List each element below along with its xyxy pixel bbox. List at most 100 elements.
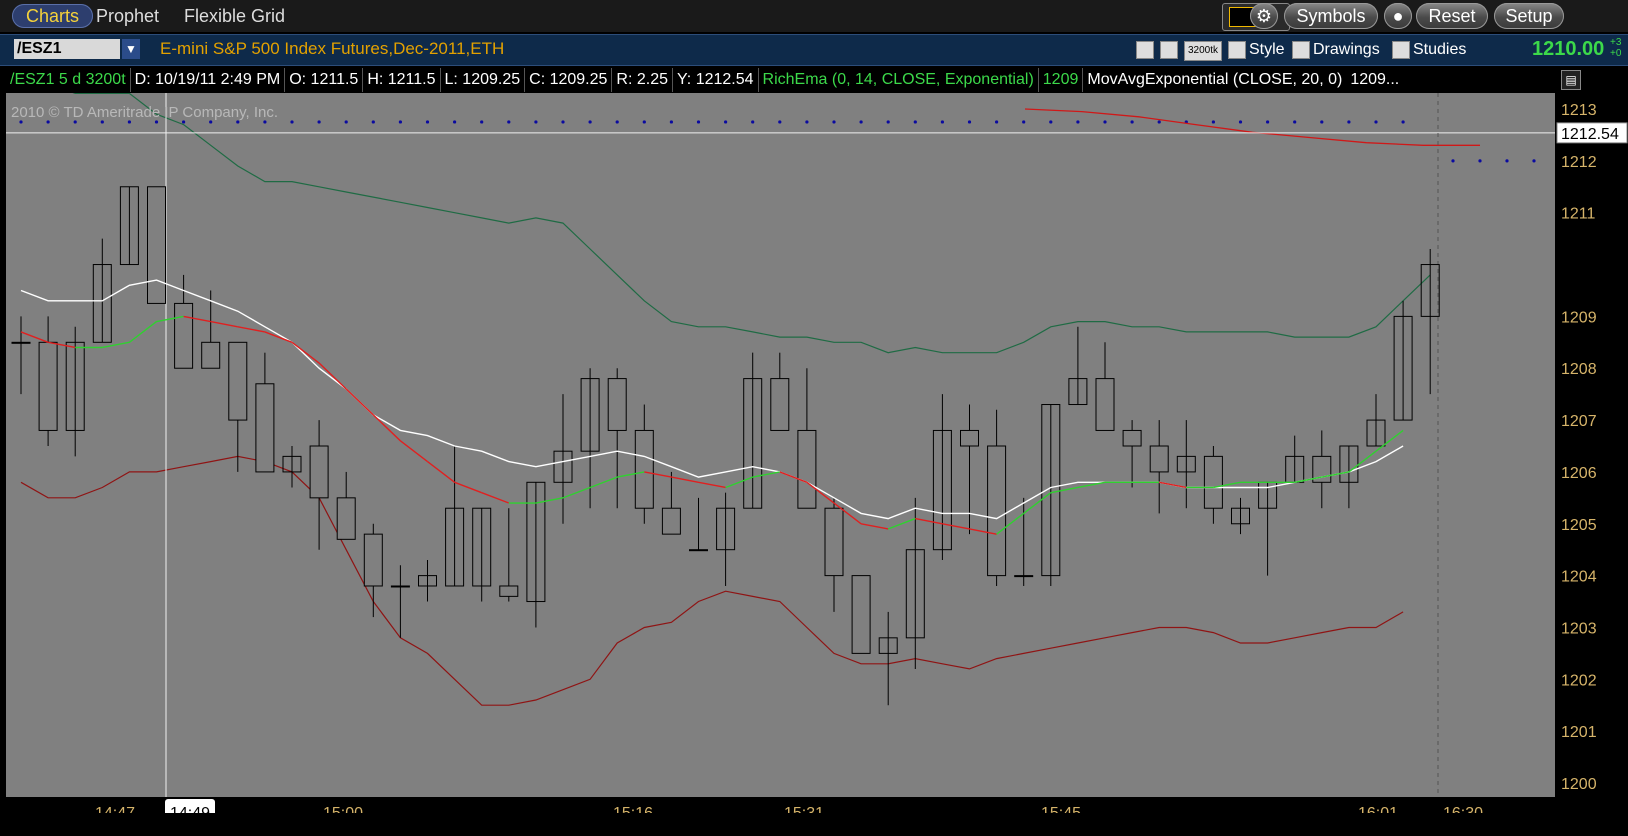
wrench-button[interactable]: ⚙ (1250, 3, 1278, 29)
studies-button[interactable]: Studies (1392, 39, 1466, 61)
time-tick-label: 15:00 (323, 805, 363, 813)
top-navigation: Charts Prophet Flexible Grid ⚙ Symbols ●… (0, 0, 1628, 32)
candle-body (499, 585, 519, 597)
chevron-down-icon: ▼ (125, 42, 137, 56)
dot-level-marker (940, 120, 945, 124)
time-tick-label: 15:16 (613, 805, 653, 813)
price-tick-label: 1200 (1561, 776, 1597, 793)
candle-body (1014, 575, 1034, 578)
dot-level-marker-right (1532, 159, 1536, 163)
dot-level-marker (615, 120, 619, 124)
tab-charts[interactable]: Charts (12, 4, 94, 28)
plot-area[interactable] (6, 93, 1555, 797)
dot-level-marker (398, 120, 402, 124)
candle-body (174, 302, 194, 369)
cursor-time-label: 14:49 (170, 805, 210, 813)
style-button[interactable]: Style (1228, 39, 1285, 61)
dot-level-marker (425, 120, 430, 124)
candle-body (228, 341, 248, 421)
dot-level-marker (669, 120, 674, 124)
dot-level-marker (1238, 120, 1243, 124)
symbols-button[interactable]: Symbols (1284, 3, 1378, 29)
edit-tool-button[interactable] (1160, 39, 1181, 61)
price-tick-label: 1203 (1561, 620, 1597, 637)
dot-level-marker (561, 120, 565, 124)
price-tick-label: 1209 (1561, 309, 1597, 326)
dot-level-marker (1103, 120, 1107, 124)
candle-body (797, 429, 817, 509)
dot-level-marker (1022, 120, 1026, 124)
dot-level-marker (886, 120, 890, 124)
time-tick-label: 15:45 (1041, 805, 1081, 813)
dot-level-marker (317, 120, 321, 124)
price-tick-label: 1204 (1561, 569, 1597, 586)
dot-level-marker (1293, 120, 1297, 124)
lock-button[interactable]: ● (1384, 3, 1412, 29)
symbol-bar: /ESZ1 ▼ E-mini S&P 500 Index Futures,Dec… (0, 34, 1628, 66)
dot-level-marker-right (1478, 159, 1482, 163)
candle-body (770, 378, 790, 431)
aggregation-button[interactable]: 3200tk (1184, 41, 1222, 61)
symbol-dropdown-button[interactable]: ▼ (122, 39, 140, 59)
candle-body (607, 378, 627, 431)
price-tick-label: 1212 (1561, 154, 1597, 171)
info-study-richema: RichEma (0, 14, CLOSE, Exponential) (759, 68, 1039, 92)
info-close: C: 1209.25 (525, 68, 613, 92)
tab-flexible-grid[interactable]: Flexible Grid (184, 4, 285, 28)
dot-level-marker (1211, 120, 1215, 124)
dot-level-marker (453, 120, 457, 124)
dot-level-marker (967, 120, 972, 124)
dot-level-marker (1130, 120, 1134, 124)
candle-body (390, 585, 410, 588)
dot-level-marker (696, 120, 701, 124)
info-study-ema: MovAvgExponential (CLOSE, 20, 0) (1087, 71, 1343, 88)
chart-icon: ▤ (1565, 73, 1577, 87)
time-tick-label: 16:01 (1358, 805, 1398, 813)
crosshair-icon (1136, 40, 1154, 59)
candle-body (38, 341, 58, 431)
candle-body (1149, 445, 1169, 473)
dot-level-marker (642, 120, 646, 124)
candle-body (689, 549, 708, 552)
style-icon (1228, 40, 1246, 59)
time-tick-label: 15:31 (784, 805, 824, 813)
lock-icon: ● (1392, 6, 1404, 26)
style-label: Style (1249, 41, 1285, 58)
tab-prophet[interactable]: Prophet (96, 4, 159, 28)
candle-body (1095, 378, 1115, 431)
candle-body (634, 429, 654, 509)
info-range: R: 2.25 (612, 68, 674, 92)
candle-body (851, 575, 871, 654)
dot-level-marker (1374, 120, 1378, 124)
dot-level-marker (1049, 120, 1053, 124)
setup-button[interactable]: Setup (1494, 3, 1564, 29)
price-chart[interactable]: 1213 1212 1211 1209 1208 1207 1206 1205 1204 1203… (0, 93, 1628, 813)
net-change-bottom: +0 (1610, 48, 1622, 59)
info-study-ema-value: 1209... (1350, 71, 1400, 88)
dot-level-marker (832, 120, 836, 124)
reset-button[interactable]: Reset (1416, 3, 1488, 29)
price-tick-label: 1201 (1561, 724, 1597, 741)
dot-level-marker (1320, 120, 1324, 124)
drawings-button[interactable]: Drawings (1292, 39, 1380, 61)
time-tick-label: 16:30 (1443, 805, 1483, 813)
dot-level-marker (1347, 120, 1351, 124)
candle-body (255, 383, 275, 473)
symbol-input[interactable]: /ESZ1 (14, 39, 120, 59)
time-tick-label: 14:47 (95, 805, 135, 813)
dot-level-marker (290, 120, 294, 124)
candle-body (1122, 429, 1142, 447)
dot-level-marker (344, 120, 348, 124)
dot-level-marker-right (1451, 159, 1455, 163)
price-tick-label: 1206 (1561, 465, 1597, 482)
info-study-richema-value: 1209 (1039, 68, 1084, 92)
crosshair-tool-button[interactable] (1136, 39, 1157, 61)
last-price: 1210.00 (1532, 38, 1605, 60)
dot-level-marker (507, 120, 511, 124)
info-open: O: 1211.5 (285, 68, 364, 92)
instrument-description: E-mini S&P 500 Index Futures,Dec-2011,ET… (160, 39, 505, 58)
candle-body (336, 497, 356, 540)
dot-level-marker (1266, 120, 1270, 124)
info-y: Y: 1212.54 (673, 68, 759, 92)
expand-chart-button[interactable]: ▤ (1561, 70, 1581, 90)
